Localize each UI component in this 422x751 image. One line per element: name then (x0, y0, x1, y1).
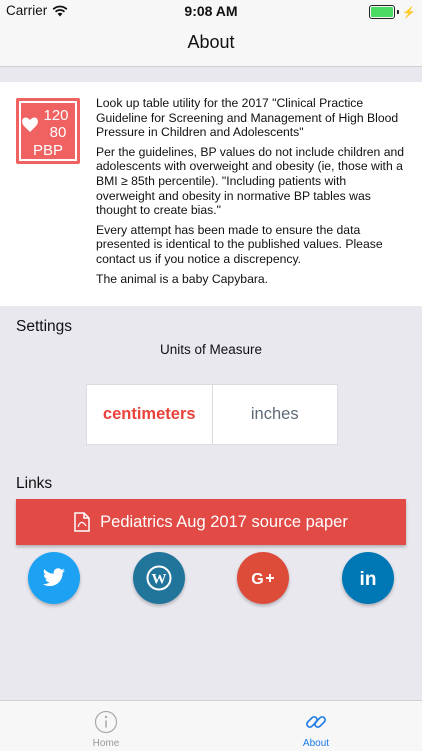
logo-line-2: 80 (50, 124, 67, 141)
tab-bar: Home About (0, 700, 422, 751)
twitter-icon (42, 568, 65, 587)
about-paragraph-1: Look up table utility for the 2017 "Clin… (96, 96, 399, 140)
info-icon (94, 710, 118, 734)
unit-option-centimeters[interactable]: centimeters (87, 385, 212, 444)
link-icon (306, 716, 326, 728)
charging-icon: ⚡ (402, 6, 416, 19)
linkedin-button[interactable]: in (342, 552, 394, 604)
tab-home-label: Home (92, 738, 120, 749)
wordpress-button[interactable]: W (133, 552, 185, 604)
svg-text:G: G (251, 571, 263, 588)
about-paragraph-3: Every attempt has been made to ensure th… (96, 222, 383, 266)
units-segmented-control: centimeters inches (86, 384, 338, 445)
tab-home[interactable]: Home (56, 701, 156, 751)
tab-about[interactable]: About (266, 701, 366, 751)
google-plus-icon: G (251, 571, 274, 588)
app-logo-graphic: 120 80 PBP (19, 101, 77, 161)
pdf-icon (74, 512, 90, 532)
status-time: 9:08 AM (184, 3, 238, 19)
source-paper-label: Pediatrics Aug 2017 source paper (100, 512, 348, 531)
unit-option-inches[interactable]: inches (211, 385, 338, 444)
source-paper-button[interactable]: Pediatrics Aug 2017 source paper (16, 499, 406, 545)
about-card: 120 80 PBP Look up table utility for the… (0, 82, 422, 306)
logo-line-3: PBP (33, 142, 63, 159)
units-of-measure-label: Units of Measure (159, 342, 263, 357)
svg-text:W: W (152, 572, 167, 588)
tab-about-label: About (302, 738, 330, 749)
about-text: Look up table utility for the 2017 "Clin… (96, 96, 408, 291)
battery-icon: ⚡ (369, 5, 416, 19)
logo-line-1: 120 (43, 107, 68, 124)
status-bar: Carrier 9:08 AM ⚡ (0, 0, 422, 22)
app-logo: 120 80 PBP (16, 98, 80, 164)
settings-heading: Settings (16, 318, 73, 335)
top-bar: Carrier 9:08 AM ⚡ About (0, 0, 422, 67)
svg-text:in: in (360, 569, 377, 589)
about-paragraph-2: Per the guidelines, BP values do not inc… (96, 144, 405, 218)
google-plus-button[interactable]: G (237, 552, 289, 604)
wordpress-icon: W (146, 565, 172, 591)
about-paragraph-4: The animal is a baby Capybara. (96, 271, 269, 286)
linkedin-icon: in (360, 569, 377, 589)
twitter-button[interactable] (28, 552, 80, 604)
links-heading: Links (16, 475, 53, 492)
page-title: About (187, 32, 235, 52)
